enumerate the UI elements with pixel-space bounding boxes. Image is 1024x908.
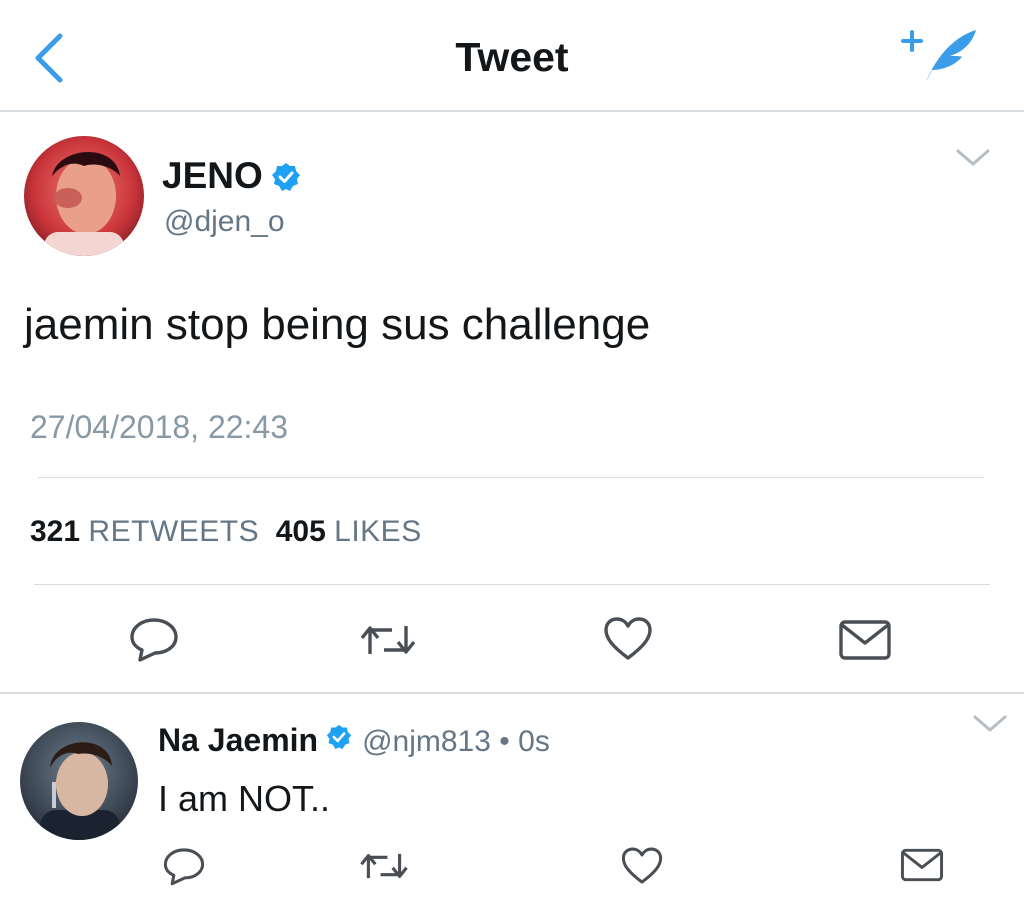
- likes-count: 405: [275, 515, 326, 548]
- page-title: Tweet: [455, 34, 569, 80]
- divider: [34, 584, 990, 585]
- reply-header: Na Jaemin @njm813 • 0s: [158, 722, 550, 759]
- reply-avatar[interactable]: [20, 722, 138, 840]
- compose-tweet-icon: [898, 26, 980, 86]
- reply-icon: [162, 846, 206, 886]
- retweets-stat[interactable]: 321 RETWEETS: [30, 515, 259, 548]
- reply-message-button[interactable]: [900, 846, 944, 884]
- divider: [38, 477, 984, 478]
- reply-icon: [128, 616, 180, 662]
- reply-author-name[interactable]: Na Jaemin: [158, 722, 318, 758]
- like-icon: [620, 846, 664, 886]
- divider: [0, 692, 1024, 694]
- tweet-stats: 321 RETWEETS 405 LIKES: [30, 515, 422, 549]
- retweet-icon: [358, 848, 410, 884]
- retweet-button[interactable]: [358, 620, 418, 660]
- likes-label: LIKES: [334, 515, 422, 548]
- reply-reply-button[interactable]: [162, 846, 206, 886]
- tweet-text: jaemin stop being sus challenge: [24, 300, 651, 349]
- message-icon: [838, 619, 892, 661]
- separator-dot-text: •: [499, 725, 510, 758]
- likes-stat[interactable]: 405 LIKES: [276, 515, 422, 548]
- retweets-label: RETWEETS: [88, 515, 260, 548]
- verified-badge-icon: [271, 162, 301, 192]
- separator-dot: •: [491, 725, 518, 758]
- nav-divider: [0, 110, 1024, 112]
- message-icon: [900, 846, 944, 884]
- author-handle[interactable]: @djen_o: [164, 205, 285, 239]
- verified-badge-icon: [326, 724, 352, 750]
- chevron-down-icon: [972, 712, 1008, 736]
- chevron-down-icon: [955, 146, 991, 170]
- message-button[interactable]: [838, 619, 892, 661]
- like-button[interactable]: [602, 616, 654, 662]
- author-name[interactable]: JENO: [162, 155, 263, 197]
- reply-time: 0s: [518, 725, 550, 758]
- like-icon: [602, 616, 654, 662]
- reply-author-handle[interactable]: @njm813: [362, 725, 491, 758]
- tweet-options-button[interactable]: [955, 146, 991, 170]
- reply-options-button[interactable]: [972, 712, 1008, 736]
- avatar[interactable]: [24, 136, 144, 256]
- retweet-icon: [358, 620, 418, 660]
- reply-retweet-button[interactable]: [358, 848, 410, 884]
- retweets-count: 321: [30, 515, 81, 548]
- reply-like-button[interactable]: [620, 846, 664, 886]
- reply-button[interactable]: [128, 616, 180, 662]
- reply-text: I am NOT..: [158, 778, 331, 819]
- tweet-timestamp: 27/04/2018, 22:43: [30, 409, 289, 445]
- compose-tweet-button[interactable]: [898, 26, 980, 86]
